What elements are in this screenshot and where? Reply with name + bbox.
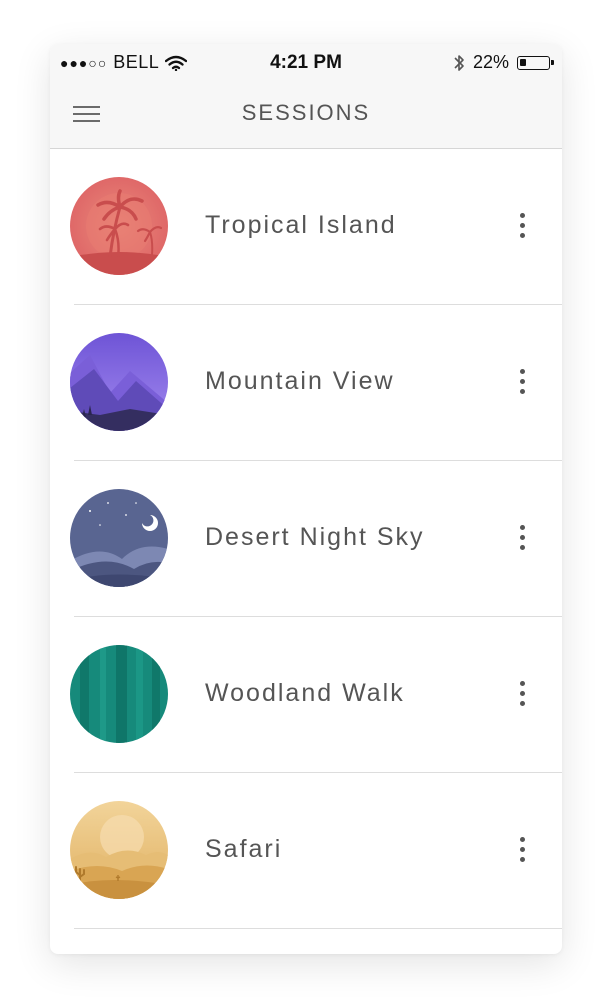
more-vertical-icon[interactable]	[512, 521, 532, 555]
battery-percentage: 22%	[472, 52, 509, 72]
session-row-woodland-walk[interactable]: Woodland Walk	[50, 617, 562, 773]
status-bar: ●●●○○ BELL 4:21 PM 22%	[50, 44, 562, 82]
battery-icon	[517, 55, 554, 70]
more-vertical-icon[interactable]	[512, 833, 532, 867]
battery-level-fill	[520, 58, 526, 66]
session-title: Mountain View	[205, 367, 395, 395]
session-row-mountain-view[interactable]: Mountain View	[50, 305, 562, 461]
phone-screen: ●●●○○ BELL 4:21 PM 22% SESSIONS Tropical…	[50, 44, 562, 954]
sessions-list: Tropical Island Mountain View Desert Nig…	[50, 149, 562, 929]
session-title: Woodland Walk	[205, 679, 405, 707]
session-title: Tropical Island	[205, 211, 397, 239]
more-vertical-icon[interactable]	[512, 365, 532, 399]
session-row-tropical-island[interactable]: Tropical Island	[50, 149, 562, 305]
session-title: Desert Night Sky	[205, 523, 425, 551]
tropical-island-icon	[70, 177, 168, 275]
safari-icon	[70, 801, 168, 899]
woodland-walk-icon	[70, 645, 168, 743]
status-right: 22%	[453, 52, 554, 73]
more-vertical-icon[interactable]	[512, 209, 532, 243]
bluetooth-icon	[453, 53, 465, 73]
session-row-safari[interactable]: Safari	[50, 773, 562, 929]
battery-nub	[551, 59, 554, 65]
desert-night-sky-icon	[70, 489, 168, 587]
page-title: SESSIONS	[241, 100, 371, 125]
app-header: ●●●○○ BELL 4:21 PM 22% SESSIONS	[50, 44, 562, 149]
mountain-view-icon	[70, 333, 168, 431]
session-title: Safari	[205, 835, 283, 863]
more-vertical-icon[interactable]	[512, 677, 532, 711]
session-row-desert-night-sky[interactable]: Desert Night Sky	[50, 461, 562, 617]
